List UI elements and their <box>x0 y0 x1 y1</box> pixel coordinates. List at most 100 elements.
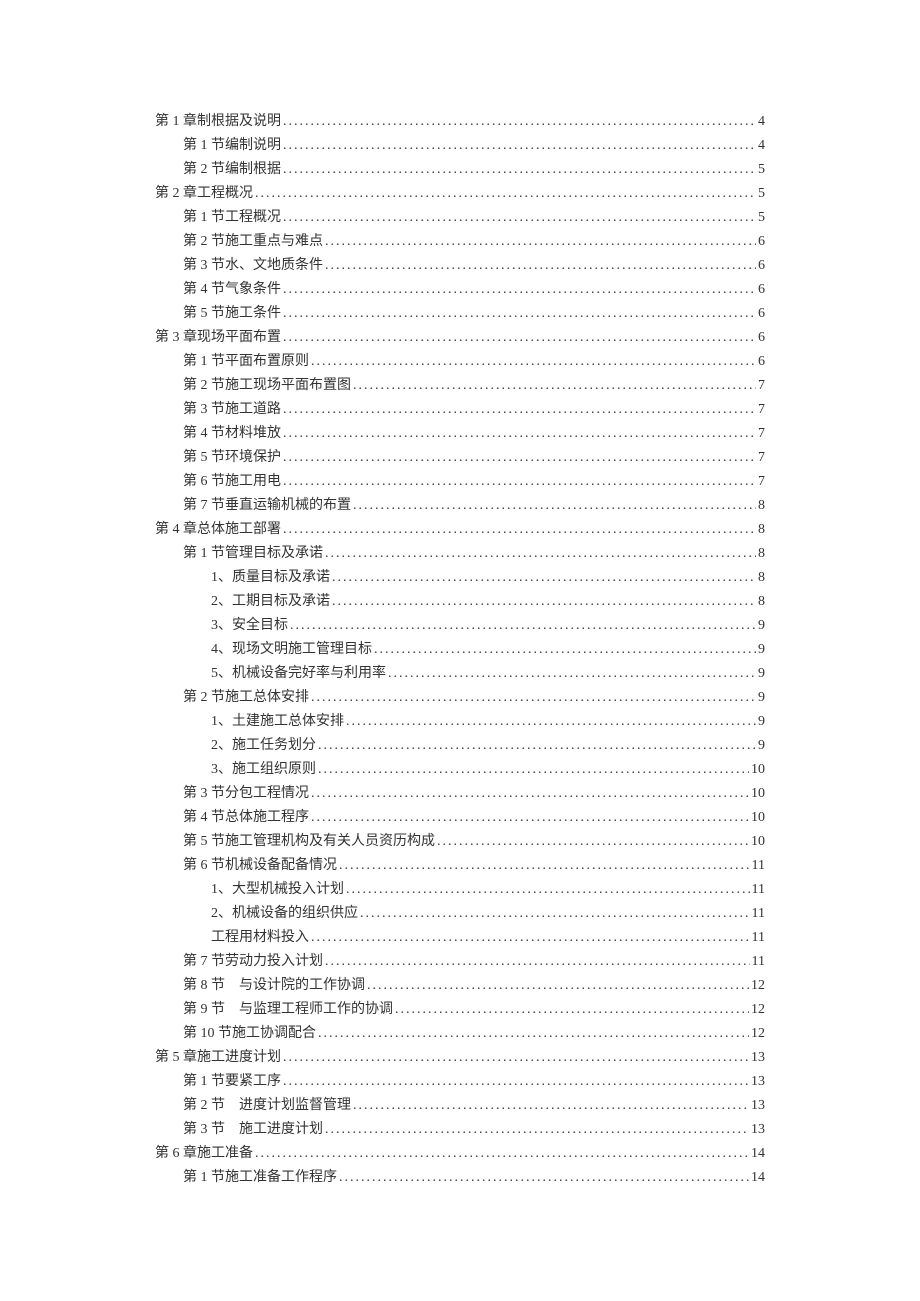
toc-entry-label: 第 9 节 与监理工程师工作的协调 <box>183 998 393 1022</box>
toc-entry-leader <box>346 878 750 902</box>
toc-entry-page: 11 <box>752 878 765 902</box>
toc-entry[interactable]: 1、大型机械投入计划11 <box>155 878 765 902</box>
toc-entry[interactable]: 第 7 节垂直运输机械的布置8 <box>155 494 765 518</box>
toc-entry[interactable]: 3、施工组织原则10 <box>155 758 765 782</box>
toc-entry-leader <box>283 446 756 470</box>
toc-entry[interactable]: 第 2 节施工重点与难点6 <box>155 230 765 254</box>
toc-entry-leader <box>367 974 749 998</box>
toc-entry[interactable]: 第 3 节水、文地质条件6 <box>155 254 765 278</box>
toc-entry[interactable]: 第 6 节机械设备配备情况 11 <box>155 854 765 878</box>
toc-entry[interactable]: 5、机械设备完好率与利用率9 <box>155 662 765 686</box>
toc-entry-leader <box>290 614 756 638</box>
toc-entry-leader <box>346 710 756 734</box>
toc-entry[interactable]: 第 5 节施工条件6 <box>155 302 765 326</box>
toc-entry-label: 第 4 节材料堆放 <box>183 422 281 446</box>
toc-entry[interactable]: 第 3 节 施工进度计划13 <box>155 1118 765 1142</box>
toc-entry-label: 2、机械设备的组织供应 <box>211 902 358 926</box>
toc-entry[interactable]: 第 3 节分包工程情况10 <box>155 782 765 806</box>
toc-entry[interactable]: 第 1 节施工准备工作程序14 <box>155 1166 765 1190</box>
toc-entry-page: 6 <box>758 254 765 278</box>
toc-entry-leader <box>318 1022 749 1046</box>
toc-entry-label: 第 3 节 施工进度计划 <box>183 1118 323 1142</box>
toc-entry-leader <box>283 1070 749 1094</box>
toc-entry-page: 6 <box>758 302 765 326</box>
toc-entry-page: 7 <box>758 422 765 446</box>
toc-entry-leader <box>283 134 756 158</box>
toc-entry-leader <box>339 1166 749 1190</box>
toc-entry[interactable]: 第 5 节施工管理机构及有关人员资历构成10 <box>155 830 765 854</box>
toc-entry-label: 第 2 节 进度计划监督管理 <box>183 1094 351 1118</box>
toc-entry[interactable]: 第 1 节平面布置原则6 <box>155 350 765 374</box>
toc-entry-leader <box>325 254 756 278</box>
toc-entry-leader <box>318 758 749 782</box>
toc-entry[interactable]: 第 2 节施工总体安排9 <box>155 686 765 710</box>
toc-entry-page: 12 <box>751 1022 765 1046</box>
toc-entry-label: 第 2 节施工现场平面布置图 <box>183 374 351 398</box>
toc-entry-leader <box>283 278 756 302</box>
toc-entry-page: 4 <box>758 134 765 158</box>
toc-entry[interactable]: 第 1 节管理目标及承诺8 <box>155 542 765 566</box>
toc-entry-leader <box>283 110 756 134</box>
toc-entry[interactable]: 2、机械设备的组织供应11 <box>155 902 765 926</box>
toc-entry[interactable]: 第 2 节施工现场平面布置图7 <box>155 374 765 398</box>
toc-entry[interactable]: 第 4 节气象条件6 <box>155 278 765 302</box>
toc-entry-label: 第 6 节机械设备配备情况 <box>183 854 337 878</box>
toc-entry[interactable]: 第 8 节 与设计院的工作协调12 <box>155 974 765 998</box>
toc-entry-page: 14 <box>751 1166 765 1190</box>
toc-entry[interactable]: 第 5 章施工进度计划 13 <box>155 1046 765 1070</box>
toc-entry-leader <box>360 902 750 926</box>
toc-entry[interactable]: 第 4 章总体施工部署8 <box>155 518 765 542</box>
toc-entry[interactable]: 第 4 节总体施工程序10 <box>155 806 765 830</box>
toc-entry-leader <box>325 1118 749 1142</box>
toc-entry[interactable]: 第 3 节施工道路7 <box>155 398 765 422</box>
toc-entry[interactable]: 第 5 节环境保护7 <box>155 446 765 470</box>
toc-entry-page: 6 <box>758 278 765 302</box>
toc-entry-label: 第 1 节要紧工序 <box>183 1070 281 1094</box>
toc-entry[interactable]: 第 10 节施工协调配合 12 <box>155 1022 765 1046</box>
toc-entry[interactable]: 2、工期目标及承诺8 <box>155 590 765 614</box>
toc-entry-label: 第 10 节施工协调配合 <box>183 1022 316 1046</box>
toc-entry-page: 13 <box>751 1046 765 1070</box>
toc-entry-leader <box>283 1046 749 1070</box>
toc-entry[interactable]: 1、土建施工总体安排9 <box>155 710 765 734</box>
toc-entry[interactable]: 3、安全目标9 <box>155 614 765 638</box>
toc-entry[interactable]: 第 9 节 与监理工程师工作的协调12 <box>155 998 765 1022</box>
toc-entry-label: 第 1 节管理目标及承诺 <box>183 542 323 566</box>
toc-entry[interactable]: 第 2 章工程概况 5 <box>155 182 765 206</box>
toc-entry-page: 9 <box>758 638 765 662</box>
toc-entry-label: 第 2 节施工总体安排 <box>183 686 309 710</box>
toc-entry-page: 11 <box>752 950 765 974</box>
toc-entry[interactable]: 第 6 节施工用电7 <box>155 470 765 494</box>
toc-entry-label: 第 5 章施工进度计划 <box>155 1046 281 1070</box>
toc-entry-page: 7 <box>758 470 765 494</box>
toc-entry-label: 第 4 节总体施工程序 <box>183 806 309 830</box>
toc-entry-page: 11 <box>752 854 765 878</box>
toc-entry[interactable]: 2、施工任务划分9 <box>155 734 765 758</box>
toc-entry-page: 9 <box>758 710 765 734</box>
toc-entry[interactable]: 4、现场文明施工管理目标9 <box>155 638 765 662</box>
toc-entry[interactable]: 第 3 章现场平面布置6 <box>155 326 765 350</box>
toc-entry-label: 第 3 节分包工程情况 <box>183 782 309 806</box>
toc-entry[interactable]: 第 6 章施工准备14 <box>155 1142 765 1166</box>
toc-entry[interactable]: 第 2 节 进度计划监督管理13 <box>155 1094 765 1118</box>
toc-entry[interactable]: 1、质量目标及承诺8 <box>155 566 765 590</box>
toc-entry[interactable]: 第 7 节劳动力投入计划11 <box>155 950 765 974</box>
toc-entry[interactable]: 第 4 节材料堆放 7 <box>155 422 765 446</box>
toc-entry[interactable]: 第 1 节编制说明4 <box>155 134 765 158</box>
toc-entry-label: 5、机械设备完好率与利用率 <box>211 662 386 686</box>
toc-entry[interactable]: 工程用材料投入11 <box>155 926 765 950</box>
toc-entry[interactable]: 第 2 节编制根据5 <box>155 158 765 182</box>
toc-entry-page: 8 <box>758 518 765 542</box>
toc-entry-leader <box>283 422 756 446</box>
table-of-contents: 第 1 章制根据及说明4第 1 节编制说明4第 2 节编制根据5第 2 章工程概… <box>155 110 765 1190</box>
toc-entry-label: 第 5 节环境保护 <box>183 446 281 470</box>
toc-entry-label: 3、施工组织原则 <box>211 758 316 782</box>
toc-entry-page: 6 <box>758 350 765 374</box>
toc-entry-page: 4 <box>758 110 765 134</box>
toc-entry[interactable]: 第 1 节工程概况5 <box>155 206 765 230</box>
toc-entry-label: 第 2 章工程概况 <box>155 182 253 206</box>
toc-entry-leader <box>283 326 756 350</box>
toc-entry[interactable]: 第 1 节要紧工序13 <box>155 1070 765 1094</box>
toc-entry[interactable]: 第 1 章制根据及说明4 <box>155 110 765 134</box>
toc-entry-page: 5 <box>758 182 765 206</box>
